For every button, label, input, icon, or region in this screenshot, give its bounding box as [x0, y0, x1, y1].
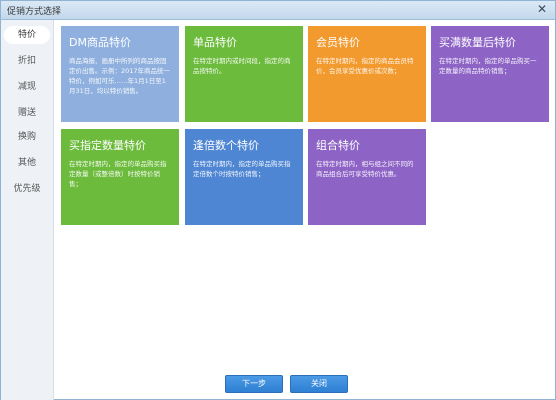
- tile-quantity-threshold-special[interactable]: 买满数量后特价 在特定时期内，指定的单品购买一定数量的商品特价销售；: [431, 26, 549, 122]
- tile-title: 组合特价: [316, 139, 360, 152]
- tile-title: 单品特价: [193, 36, 237, 49]
- tile-title: DM商品特价: [69, 36, 131, 49]
- tile-title: 买指定数量特价: [69, 139, 146, 152]
- tile-title: 买满数量后特价: [439, 36, 516, 49]
- window-title: 促销方式选择: [7, 7, 62, 17]
- title-bar[interactable]: 促销方式选择 ✕: [1, 1, 555, 20]
- sidebar-item-priority[interactable]: 优先级: [4, 180, 50, 198]
- close-icon[interactable]: ✕: [537, 2, 547, 16]
- tile-title: 逢倍数个特价: [193, 139, 259, 152]
- sidebar-item-discount[interactable]: 折扣: [4, 52, 50, 70]
- sidebar-item-gift[interactable]: 赠送: [4, 104, 50, 122]
- sidebar-item-exchange[interactable]: 换购: [4, 128, 50, 146]
- tile-description: 在特定时期内，指定的单品购买一定数量的商品特价销售；: [439, 57, 537, 75]
- next-step-button[interactable]: 下一步: [225, 375, 283, 393]
- tile-description: 商品海报、画册中所列的商品按固定价出售。示例：2017年商品统一特价，例如可乐……: [69, 57, 171, 95]
- tile-fixed-quantity-special[interactable]: 买指定数量特价 在特定时期内，指定的单品购买指定数量（或整倍数）时按特价销售；: [61, 129, 179, 225]
- category-sidebar: 特价 折扣 减现 赠送 换购 其他 优先级: [1, 20, 54, 400]
- tile-single-item-special[interactable]: 单品特价 在特定时期内或时间段，指定的商品按特价。: [185, 26, 303, 122]
- tile-description: 在特定时期内，指定的单品购买指定倍数个时按特价销售；: [193, 160, 291, 178]
- tile-dm-special-price[interactable]: DM商品特价 商品海报、画册中所列的商品按固定价出售。示例：2017年商品统一特…: [61, 26, 179, 122]
- tile-description: 在特定时期内或时间段，指定的商品按特价。: [193, 57, 291, 75]
- tile-description: 在特定时期内，相与组之间不同的商品组合后可享受特价优惠。: [316, 160, 414, 178]
- sidebar-item-special-price[interactable]: 特价: [4, 26, 50, 44]
- sidebar-item-cash-off[interactable]: 减现: [4, 78, 50, 96]
- tile-title: 会员特价: [316, 36, 360, 49]
- tile-combo-special[interactable]: 组合特价 在特定时期内，相与组之间不同的商品组合后可享受特价优惠。: [308, 129, 426, 225]
- tile-description: 在特定时期内，指定的单品购买指定数量（或整倍数）时按特价销售；: [69, 160, 167, 188]
- tile-description: 在特定时期内，指定的商品会员特价，会员享受优惠价或次数；: [316, 57, 414, 75]
- promotion-dialog: 促销方式选择 ✕ 特价 折扣 减现 赠送 换购 其他 优先级 DM商品特价 商品…: [0, 0, 556, 400]
- sidebar-item-other[interactable]: 其他: [4, 154, 50, 172]
- tile-multiple-quantity-special[interactable]: 逢倍数个特价 在特定时期内，指定的单品购买指定倍数个时按特价销售；: [185, 129, 303, 225]
- close-button[interactable]: 关闭: [290, 375, 348, 393]
- tile-member-special[interactable]: 会员特价 在特定时期内，指定的商品会员特价，会员享受优惠价或次数；: [308, 26, 426, 122]
